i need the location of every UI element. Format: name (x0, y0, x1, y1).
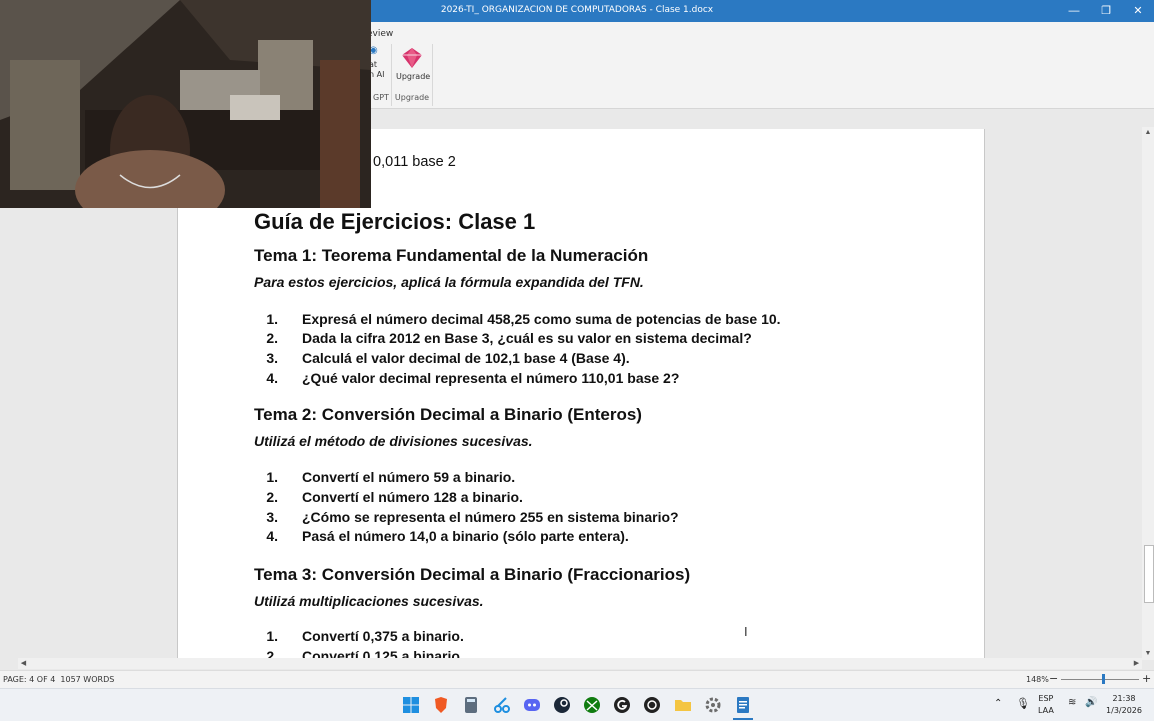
chatgpt-icon[interactable] (642, 695, 662, 715)
list-text: Pasá el número 14,0 a binario (sólo part… (302, 528, 629, 544)
chat-label-2: n AI (369, 70, 385, 79)
language-indicator[interactable]: ESP LAA (1038, 694, 1054, 715)
tray-overflow-icon[interactable]: ⌃ (994, 698, 1002, 709)
taskbar: ⌃ 🎙 ESP LAA ≋ 🔊 21:38 1/3/2026 (0, 688, 1154, 721)
language-code: ESP (1038, 694, 1054, 703)
clock-date: 1/3/2026 (1106, 706, 1142, 715)
list-number: 2. (266, 330, 278, 346)
list-number: 3. (266, 350, 278, 366)
section-2-title: Tema 2: Conversión Decimal a Binario (En… (254, 405, 642, 424)
upgrade-button[interactable]: Upgrade (396, 46, 431, 81)
previous-line-text: : 0,011 base 2 (365, 154, 456, 170)
list-item: 2. Convertí 0,125 a binario. (254, 648, 464, 658)
section-2-intro: Utilizá el método de divisiones sucesiva… (254, 433, 533, 449)
list-text: Calculá el valor decimal de 102,1 base 4… (302, 350, 630, 366)
word-count: 1057 WORDS (60, 675, 115, 684)
upgrade-button-label: Upgrade (396, 72, 431, 81)
minimize-button[interactable]: — (1058, 0, 1090, 22)
document-page[interactable]: : 0,011 base 2 Guía de Ejercicios: Clase… (177, 129, 985, 658)
list-text: Convertí el número 59 a binario. (302, 469, 516, 485)
xbox-icon[interactable] (582, 695, 602, 715)
discord-icon[interactable] (522, 695, 542, 715)
file-explorer-icon[interactable] (673, 695, 693, 715)
list-number: 1. (266, 628, 278, 644)
zoom-out-button[interactable]: − (1049, 672, 1058, 685)
page-word-count[interactable]: PAGE: 4 OF 4 1057 WORDS (3, 675, 114, 684)
list-text: Dada la cifra 2012 en Base 3, ¿cuál es s… (302, 330, 752, 346)
scroll-down-icon[interactable]: ▼ (1142, 648, 1154, 660)
section-1-intro: Para estos ejercicios, aplicá la fórmula… (254, 274, 644, 290)
text-cursor-icon: I (744, 624, 748, 639)
list-item: 3. ¿Cómo se representa el número 255 en s… (254, 509, 678, 525)
list-item: 4. ¿Qué valor decimal representa el númer… (254, 370, 679, 386)
clock[interactable]: 21:38 1/3/2026 (1104, 694, 1144, 715)
horizontal-scrollbar[interactable]: ◀ ▶ (18, 658, 1142, 669)
close-button[interactable]: ✕ (1122, 0, 1154, 22)
restore-button[interactable]: ❐ (1090, 0, 1122, 22)
volume-icon[interactable]: 🔊 (1085, 697, 1097, 708)
list-item: 2. Dada la cifra 2012 en Base 3, ¿cuál es… (254, 330, 751, 346)
steam-icon[interactable] (552, 695, 572, 715)
vertical-scrollbar[interactable]: ▲ ▼ (1142, 127, 1154, 660)
scroll-up-icon[interactable]: ▲ (1142, 127, 1154, 139)
word-document-icon[interactable] (733, 695, 753, 715)
list-text: Convertí 0,125 a binario. (302, 648, 464, 658)
scrollbar-thumb[interactable] (1144, 545, 1154, 603)
document-heading: Guía de Ejercicios: Clase 1 (254, 209, 536, 234)
list-item: 1. Expresá el número decimal 458,25 como … (254, 311, 780, 327)
list-item: 3. Calculá el valor decimal de 102,1 base… (254, 350, 629, 366)
zoom-level[interactable]: 148% (1026, 675, 1049, 684)
snipping-tool-icon[interactable] (492, 695, 512, 715)
list-item: 2. Convertí el número 128 a binario. (254, 489, 523, 505)
clock-time: 21:38 (1112, 694, 1136, 703)
scroll-right-icon[interactable]: ▶ (1131, 658, 1142, 669)
upgrade-group-label: Upgrade (394, 93, 430, 102)
list-text: Convertí el número 128 a binario. (302, 489, 523, 505)
windows-start-icon[interactable] (401, 695, 421, 715)
webcam-video-image (0, 0, 371, 208)
list-item: 4. Pasá el número 14,0 a binario (sólo pa… (254, 528, 628, 544)
chat-ai-icon: ◉ (369, 45, 378, 56)
chat-label-1: at (369, 60, 378, 69)
list-text: Expresá el número decimal 458,25 como su… (302, 311, 781, 327)
settings-icon[interactable] (703, 695, 723, 715)
upgrade-group: Upgrade Upgrade (392, 44, 433, 106)
list-text: ¿Cómo se representa el número 255 en sis… (302, 509, 679, 525)
chat-ai-button[interactable]: ◉ at n AI (369, 46, 389, 80)
list-number: 1. (266, 469, 278, 485)
list-number: 3. (266, 509, 278, 525)
brave-browser-icon[interactable] (431, 695, 451, 715)
list-number: 4. (266, 370, 278, 386)
list-text: Convertí 0,375 a binario. (302, 628, 464, 644)
zoom-slider-thumb[interactable] (1102, 674, 1105, 684)
chatgpt-group-label: GPT (373, 93, 389, 102)
calculator-icon[interactable] (461, 695, 481, 715)
status-bar: PAGE: 4 OF 4 1057 WORDS 148% − + (0, 670, 1154, 689)
page-info: PAGE: 4 OF 4 (3, 675, 56, 684)
section-3-intro: Utilizá multiplicaciones sucesivas. (254, 593, 484, 609)
section-1-title: Tema 1: Teorema Fundamental de la Numera… (254, 246, 649, 265)
microphone-icon[interactable]: 🎙 (1016, 697, 1030, 710)
gem-icon (402, 48, 422, 68)
scroll-left-icon[interactable]: ◀ (18, 658, 29, 669)
list-text: ¿Qué valor decimal representa el número … (302, 370, 680, 386)
section-3-title: Tema 3: Conversión Decimal a Binario (Fr… (254, 565, 691, 584)
list-number: 4. (266, 528, 278, 544)
zoom-in-button[interactable]: + (1142, 672, 1151, 685)
list-number: 2. (266, 489, 278, 505)
keyboard-layout: LAA (1038, 706, 1054, 715)
chatgpt-group: ◉ at n AI GPT (369, 44, 392, 106)
list-number: 2. (266, 648, 278, 658)
wifi-icon[interactable]: ≋ (1068, 697, 1076, 708)
zoom-slider[interactable] (1061, 679, 1139, 680)
list-number: 1. (266, 311, 278, 327)
webcam-overlay (0, 0, 371, 208)
app-g-icon[interactable] (612, 695, 632, 715)
list-item: 1. Convertí 0,375 a binario. (254, 628, 464, 644)
list-item: 1. Convertí el número 59 a binario. (254, 469, 515, 485)
